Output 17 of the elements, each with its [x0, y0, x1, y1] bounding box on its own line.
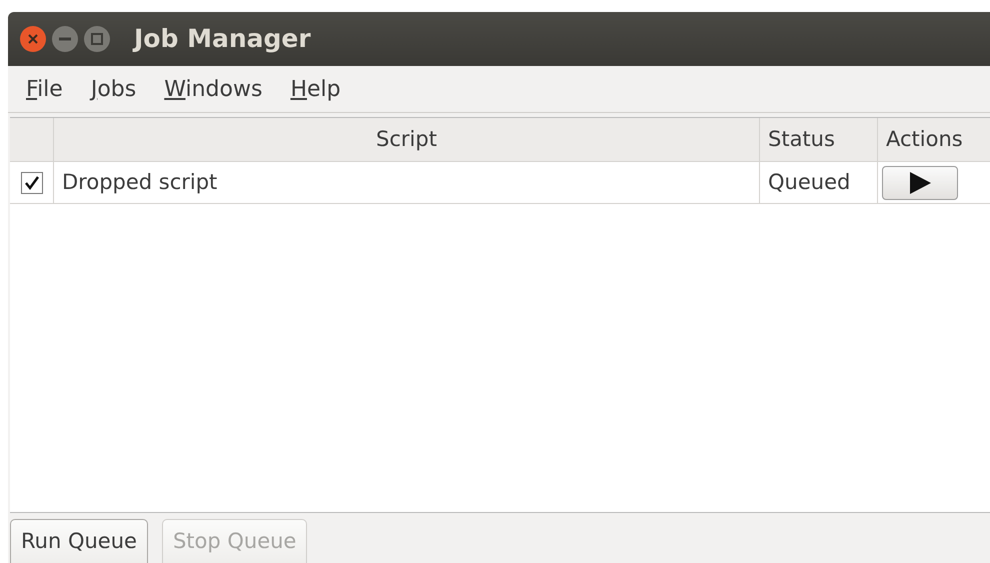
minimize-icon[interactable] — [52, 26, 78, 52]
play-icon — [907, 170, 933, 194]
table-cell: Dropped script — [54, 162, 760, 203]
queue-button[interactable]: Run Queue — [10, 519, 148, 563]
table-cell: Queued — [760, 162, 878, 203]
checkbox[interactable] — [20, 172, 42, 194]
column-header[interactable]: Actions — [878, 118, 990, 161]
column-header[interactable]: Status — [760, 118, 878, 161]
menu-item[interactable]: Jobs — [76, 72, 150, 106]
menu-item[interactable]: File — [12, 72, 77, 106]
menu-item[interactable]: Windows — [150, 72, 276, 106]
play-button[interactable] — [882, 166, 958, 200]
close-icon[interactable] — [20, 26, 46, 52]
column-header[interactable]: Script — [54, 118, 760, 161]
window-title: Job Manager — [134, 23, 311, 56]
maximize-icon[interactable] — [84, 26, 110, 52]
menu-item[interactable]: Help — [276, 72, 355, 106]
